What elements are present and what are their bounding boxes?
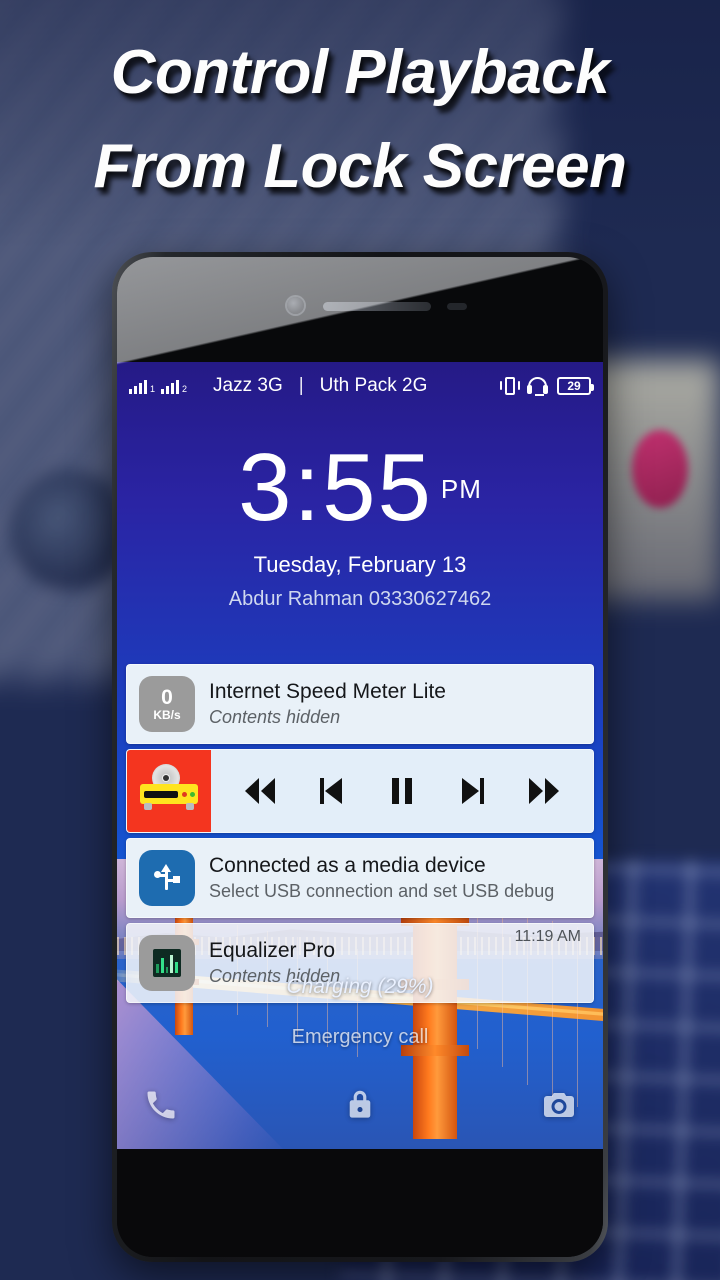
lockscreen-shortcuts	[117, 1086, 603, 1129]
sim2-label: 2	[182, 383, 188, 394]
phone-top-bezel	[117, 257, 603, 362]
speed-unit: KB/s	[153, 708, 181, 722]
carrier-2-label: Uth Pack 2G	[319, 375, 428, 396]
status-bar: 1 2 Jazz 3G | Uth Pack 2G 29	[117, 362, 603, 410]
rewind-button[interactable]	[237, 771, 283, 811]
notification-subtitle: Select USB connection and set USB debug	[209, 881, 555, 902]
signal-bars-sim2-icon: 2	[161, 379, 187, 394]
battery-level-label: 29	[567, 379, 581, 393]
clock-date: Tuesday, February 13	[253, 552, 467, 577]
battery-icon: 29	[557, 377, 594, 395]
speed-meter-icon: 0 KB/s	[139, 676, 195, 732]
sim1-label: 1	[150, 383, 156, 394]
owner-info: Abdur Rahman 03330627462	[228, 588, 492, 610]
signal-indicators: 1 2	[129, 379, 187, 394]
notification-internet-speed-meter[interactable]: 0 KB/s Internet Speed Meter Lite Content…	[126, 664, 594, 744]
emergency-call-label[interactable]: Emergency call	[117, 1026, 603, 1049]
fast-forward-button[interactable]	[521, 771, 567, 811]
media-player-notification[interactable]	[126, 749, 594, 833]
phone-bottom-bezel	[117, 1149, 603, 1257]
notification-title: Connected as a media device	[209, 853, 486, 877]
lockscreen-clock: 3:55 PM Tuesday, February 13 Abdur Rahman…	[117, 440, 603, 611]
lock-icon[interactable]	[341, 1086, 379, 1129]
headline-line-1: Control Playback	[110, 38, 610, 107]
clock-ampm: PM	[440, 474, 482, 504]
notification-title: Internet Speed Meter Lite	[209, 679, 446, 703]
pause-button[interactable]	[379, 771, 425, 811]
promo-headline: Control Playback From Lock Screen	[0, 26, 720, 214]
headset-icon	[527, 377, 548, 396]
speed-value: 0	[161, 686, 173, 709]
media-controls	[211, 771, 593, 811]
phone-screen: 1 2 Jazz 3G | Uth Pack 2G 29 3:55 PM Tue…	[117, 362, 603, 1149]
front-camera-icon	[287, 297, 304, 314]
notification-stack: 0 KB/s Internet Speed Meter Lite Content…	[126, 664, 594, 1008]
charging-status: Charging (29%)	[286, 975, 434, 998]
phone-icon[interactable]	[143, 1087, 179, 1128]
proximity-sensor	[447, 303, 467, 310]
clock-time: 3:55	[238, 434, 433, 541]
signal-bars-sim1-icon: 1	[129, 379, 155, 394]
notification-subtitle: Contents hidden	[209, 707, 341, 728]
earpiece-speaker	[323, 302, 431, 311]
vibrate-icon	[500, 376, 520, 396]
next-track-button[interactable]	[450, 771, 496, 811]
carrier-divider: |	[298, 375, 304, 396]
cd-player-icon	[127, 750, 211, 832]
notification-timestamp: 11:19 AM	[514, 928, 581, 945]
usb-icon	[139, 850, 195, 906]
phone-mockup: 1 2 Jazz 3G | Uth Pack 2G 29 3:55 PM Tue…	[112, 252, 608, 1262]
camera-icon[interactable]	[541, 1087, 577, 1128]
carrier-1-label: Jazz 3G	[213, 375, 283, 396]
previous-track-button[interactable]	[308, 771, 354, 811]
notification-title: Equalizer Pro	[209, 938, 336, 962]
headline-line-2: From Lock Screen	[93, 132, 627, 201]
notification-usb-connection[interactable]: Connected as a media device Select USB c…	[126, 838, 594, 918]
background-hand	[632, 430, 688, 508]
